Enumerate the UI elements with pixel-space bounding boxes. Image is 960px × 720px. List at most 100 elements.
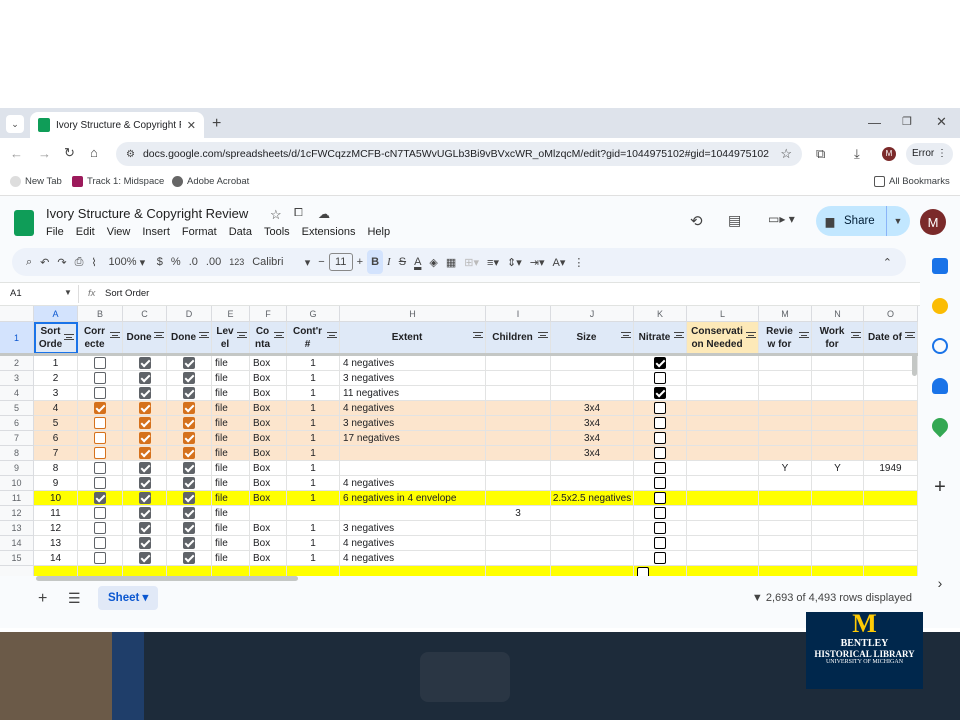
checkbox[interactable] xyxy=(654,552,666,564)
checkbox[interactable] xyxy=(138,477,151,489)
grid-cell[interactable] xyxy=(78,446,123,461)
cloud-status-icon[interactable]: ☁ xyxy=(318,207,330,221)
grid-cell[interactable] xyxy=(812,566,864,576)
grid-cell[interactable]: Box xyxy=(250,356,287,371)
grid-cell[interactable] xyxy=(687,401,759,416)
download-icon[interactable]: ⤓ xyxy=(854,146,860,162)
column-header[interactable]: F xyxy=(250,306,287,322)
error-button[interactable]: Error ⋮ xyxy=(906,143,954,165)
filter-icon[interactable] xyxy=(473,332,483,338)
grid-cell[interactable] xyxy=(340,506,486,521)
home-icon[interactable]: ⌂ xyxy=(90,145,98,160)
filter-icon[interactable] xyxy=(110,332,120,338)
grid-cell[interactable] xyxy=(287,506,340,521)
column-header[interactable]: D xyxy=(167,306,212,322)
grid-cell[interactable] xyxy=(864,416,918,431)
grid-cell[interactable] xyxy=(486,386,551,401)
grid-cell[interactable] xyxy=(78,356,123,371)
grid-cell[interactable] xyxy=(812,476,864,491)
grid-cell[interactable] xyxy=(687,356,759,371)
grid-cell[interactable] xyxy=(687,536,759,551)
grid-cell[interactable] xyxy=(812,431,864,446)
name-box-dropdown-icon[interactable]: ▼ xyxy=(64,288,72,297)
row-header[interactable]: 8 xyxy=(0,446,34,461)
sheet-tab[interactable]: Sheet ▾ xyxy=(98,586,159,610)
grid-cell[interactable]: 3 xyxy=(34,386,78,401)
redo-icon[interactable]: ↷ xyxy=(53,250,70,274)
checkbox[interactable] xyxy=(94,462,106,474)
grid-cell[interactable] xyxy=(551,461,634,476)
filter-icon[interactable] xyxy=(799,332,809,338)
grid-cell[interactable] xyxy=(634,431,687,446)
grid-cell[interactable] xyxy=(486,551,551,566)
header-cell[interactable]: Done xyxy=(167,322,212,354)
grid-cell[interactable] xyxy=(167,386,212,401)
grid-cell[interactable] xyxy=(250,566,287,576)
grid-cell[interactable] xyxy=(167,356,212,371)
grid-cell[interactable] xyxy=(78,566,123,576)
grid-cell[interactable] xyxy=(78,386,123,401)
filter-icon[interactable] xyxy=(237,332,247,338)
name-box[interactable]: A1 xyxy=(10,288,22,299)
grid-cell[interactable] xyxy=(864,536,918,551)
grid-cell[interactable] xyxy=(687,386,759,401)
font-size-input[interactable]: 11 xyxy=(328,253,353,271)
profile-avatar[interactable]: M xyxy=(882,147,896,161)
grid-cell[interactable]: 1 xyxy=(287,476,340,491)
grid-cell[interactable] xyxy=(167,506,212,521)
close-window-icon[interactable]: ✕ xyxy=(936,114,947,130)
column-header[interactable]: E xyxy=(212,306,250,322)
grid-cell[interactable]: 3 negatives xyxy=(340,521,486,536)
document-title[interactable]: Ivory Structure & Copyright Review xyxy=(46,206,248,221)
checkbox[interactable] xyxy=(183,417,195,429)
grid-cell[interactable] xyxy=(812,371,864,386)
checkbox[interactable] xyxy=(138,552,151,564)
grid-cell[interactable] xyxy=(687,506,759,521)
checkbox[interactable] xyxy=(654,507,666,519)
grid-cell[interactable] xyxy=(78,521,123,536)
grid-cell[interactable] xyxy=(864,476,918,491)
header-cell[interactable]: Done xyxy=(123,322,167,354)
row-header[interactable]: 5 xyxy=(0,401,34,416)
grid-cell[interactable]: 4 negatives xyxy=(340,551,486,566)
checkbox[interactable] xyxy=(183,447,195,459)
grid-cell[interactable]: 10 xyxy=(34,491,78,506)
grid-cell[interactable]: Box xyxy=(250,476,287,491)
header-cell[interactable]: Children xyxy=(486,322,551,354)
grid-cell[interactable] xyxy=(123,521,167,536)
grid-cell[interactable] xyxy=(687,431,759,446)
grid-cell[interactable]: file xyxy=(212,506,250,521)
grid-cell[interactable] xyxy=(634,551,687,566)
grid-cell[interactable] xyxy=(864,521,918,536)
grid-cell[interactable] xyxy=(123,401,167,416)
grid-cell[interactable] xyxy=(864,401,918,416)
grid-cell[interactable] xyxy=(812,386,864,401)
grid-cell[interactable] xyxy=(551,506,634,521)
decrease-decimal-button[interactable]: .0 xyxy=(185,250,202,274)
grid-cell[interactable]: Y xyxy=(812,461,864,476)
grid-cell[interactable]: 1 xyxy=(287,431,340,446)
checkbox[interactable] xyxy=(94,477,106,489)
print-icon[interactable]: ⎙ xyxy=(71,250,88,274)
checkbox[interactable] xyxy=(138,417,151,429)
grid-cell[interactable]: file xyxy=(212,551,250,566)
spreadsheet-grid[interactable]: A B C D E F G H I J K L M N O 1 Sort Orde Corr ecte Done Do… xyxy=(0,306,918,576)
grid-cell[interactable] xyxy=(634,371,687,386)
increase-decimal-button[interactable]: .00 xyxy=(202,250,225,274)
grid-cell[interactable] xyxy=(340,446,486,461)
checkbox[interactable] xyxy=(654,447,666,459)
grid-cell[interactable]: 2.5x2.5 negatives xyxy=(551,491,634,506)
grid-cell[interactable] xyxy=(634,416,687,431)
grid-cell[interactable] xyxy=(759,401,812,416)
grid-cell[interactable] xyxy=(167,446,212,461)
grid-cell[interactable] xyxy=(167,401,212,416)
grid-cell[interactable] xyxy=(864,371,918,386)
vertical-align-icon[interactable]: ⇕▾ xyxy=(503,250,526,274)
grid-cell[interactable] xyxy=(759,356,812,371)
checkbox[interactable] xyxy=(183,372,195,384)
checkbox[interactable] xyxy=(654,387,666,399)
row-header[interactable]: 13 xyxy=(0,521,34,536)
column-header[interactable]: J xyxy=(551,306,634,322)
grid-cell[interactable]: 3x4 xyxy=(551,431,634,446)
grid-cell[interactable]: 4 negatives xyxy=(340,356,486,371)
